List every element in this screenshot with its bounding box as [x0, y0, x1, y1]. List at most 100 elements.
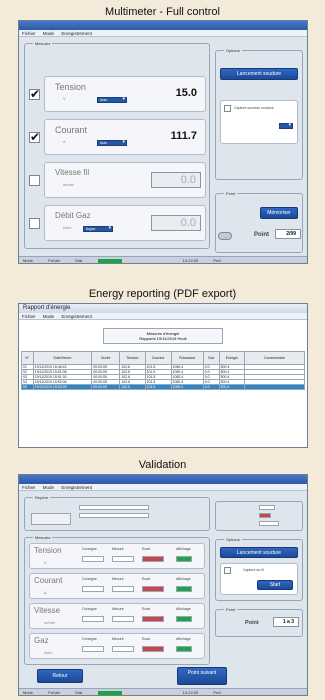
validation-measures-title: Mesures	[33, 535, 53, 540]
table-cell: 0.0	[202, 384, 220, 390]
menu-mode[interactable]: Mode	[43, 31, 54, 36]
courant-label: Courant	[55, 125, 88, 135]
tension-checkbox[interactable]	[29, 87, 40, 101]
deviation-indicator	[142, 646, 164, 652]
display-indicator	[176, 586, 192, 592]
validation-start-small-button[interactable]: Start	[257, 580, 293, 590]
menu-record[interactable]: Enregistrement	[61, 485, 92, 490]
gaz-type-select[interactable]: Argon	[83, 226, 113, 232]
options-group-title: Options	[224, 48, 242, 53]
status-state: Etat	[75, 258, 83, 263]
value-field	[82, 556, 104, 562]
capture-text: Capture soudure soudure	[234, 106, 274, 110]
value-field	[112, 616, 134, 622]
value-field	[82, 646, 104, 652]
reference-group-title: Repère	[33, 495, 51, 500]
validation-row-unit: l/min	[44, 650, 53, 655]
menu-file[interactable]: Fichier	[22, 314, 36, 319]
deviation-indicator	[142, 616, 164, 622]
table-row[interactable]: 05 19/11/2019 15:53:39 00:00:05 102.6 101.5 1…	[21, 384, 305, 390]
point-value: 2/99	[275, 229, 301, 239]
status-mode: Mode	[23, 258, 34, 263]
validation-capture-checkbox[interactable]	[224, 567, 231, 574]
validation-row-unit: m/min	[44, 620, 55, 625]
table-cell: 00:00:05	[91, 384, 121, 390]
table-cell: 102.6	[119, 384, 146, 390]
capture-select[interactable]	[279, 123, 293, 129]
table-cell: 05	[21, 384, 34, 390]
validation-col-header: Affichage	[176, 607, 191, 611]
col-power: Puissance	[170, 351, 204, 365]
menu-mode[interactable]: Mode	[43, 485, 54, 490]
reference-input-1[interactable]	[79, 505, 149, 510]
tension-range-select[interactable]: Auto	[97, 97, 127, 103]
display-indicator	[176, 646, 192, 652]
validation-row: Courant A Consigne Mesure Ecart Affichage	[29, 573, 205, 599]
menu-record[interactable]: Enregistrement	[61, 314, 92, 319]
display-indicator	[176, 556, 192, 562]
col-gas: Gaz	[202, 351, 220, 365]
reference-input-2[interactable]	[79, 513, 149, 518]
caption-energy: Energy reporting (PDF export)	[88, 288, 237, 300]
energy-table-header: N° Date/Heure Durée Tension Courant Puis…	[21, 351, 305, 365]
setting-input-2[interactable]	[259, 521, 279, 526]
value-field	[112, 586, 134, 592]
validation-row: Vitesse m/min Consigne Mesure Ecart Affichage	[29, 603, 205, 629]
validation-col-header: Ecart	[142, 547, 151, 551]
courant-checkbox[interactable]	[29, 130, 40, 144]
col-datetime: Date/Heure	[32, 351, 93, 365]
status-ready: Pret	[213, 690, 221, 695]
vitesse-value: 0.0	[151, 172, 201, 188]
gaz-checkbox[interactable]	[29, 218, 40, 229]
status-time: 14:22:05	[182, 258, 199, 263]
status-ready: Pret	[213, 258, 221, 263]
memorize-button[interactable]: Mémoriser	[260, 207, 298, 219]
caption-validation: Validation	[138, 459, 187, 471]
deviation-indicator	[142, 556, 164, 562]
point-group-title: Point	[224, 191, 238, 196]
gaz-value: 0.0	[151, 215, 201, 231]
tension-row: Tension V Auto 15.0	[44, 76, 206, 112]
vitesse-checkbox[interactable]	[29, 175, 40, 186]
multimeter-statusbar: Mode Fichier Etat 14:22:05 Pret	[19, 256, 307, 263]
capture-checkbox[interactable]	[224, 105, 231, 112]
vitesse-unit: m/min	[63, 182, 74, 187]
tension-label: Tension	[55, 82, 87, 92]
gaz-row: Débit Gaz l/min Argon 0.0	[44, 205, 206, 241]
status-mode: Mode	[23, 690, 34, 695]
next-point-button[interactable]: Point suivant	[177, 667, 227, 685]
validation-point-label: Point	[245, 620, 259, 626]
courant-row: Courant A Auto 111.7	[44, 119, 206, 155]
col-courant: Courant	[144, 351, 172, 365]
courant-range-select[interactable]: Auto	[97, 140, 127, 146]
validation-menubar: Fichier Mode Enregistrement	[19, 484, 307, 491]
menu-file[interactable]: Fichier	[22, 485, 36, 490]
validation-start-weld-button[interactable]: Lancement soudure	[220, 547, 298, 558]
tension-unit: V	[63, 96, 66, 101]
value-field	[112, 646, 134, 652]
validation-options-title: Options	[224, 537, 242, 542]
validation-row-unit: V	[44, 560, 47, 565]
validation-row-unit: A	[44, 590, 47, 595]
setting-input-1[interactable]	[259, 505, 275, 510]
value-field	[112, 556, 134, 562]
small-options-button[interactable]: ...	[218, 232, 232, 240]
validation-col-header: Mesure	[112, 637, 124, 641]
menu-file[interactable]: Fichier	[22, 31, 36, 36]
back-button[interactable]: Retour	[37, 669, 83, 683]
validation-capture-panel: Capture du fil Start	[220, 563, 298, 595]
validation-row-label: Courant	[34, 576, 63, 585]
energy-menubar: Fichier Mode Enregistrement	[19, 313, 307, 320]
status-file: Fichier	[48, 258, 61, 263]
menu-record[interactable]: Enregistrement	[61, 31, 92, 36]
table-cell	[244, 384, 305, 390]
tension-value: 15.0	[175, 87, 197, 99]
col-tension: Tension	[119, 351, 146, 365]
menu-mode[interactable]: Mode	[43, 314, 54, 319]
validation-col-header: Affichage	[176, 547, 191, 551]
status-time: 14:22:05	[182, 690, 199, 695]
validation-row-label: Tension	[34, 546, 62, 555]
validation-col-header: Consigne	[82, 637, 97, 641]
start-weld-button[interactable]: Lancement soudure	[220, 68, 298, 80]
col-duration: Durée	[91, 351, 121, 365]
